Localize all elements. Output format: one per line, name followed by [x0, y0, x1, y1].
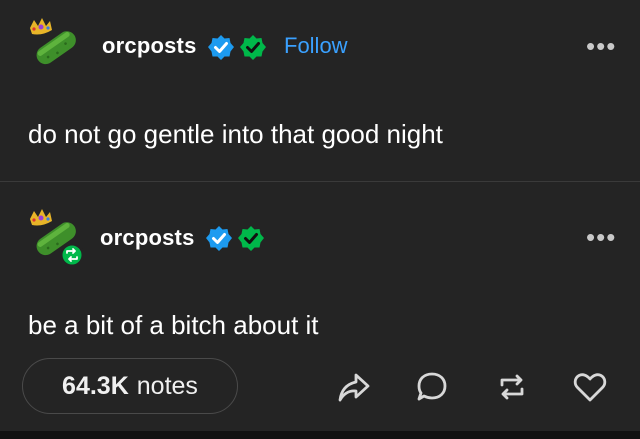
verified-green-icon	[240, 35, 266, 60]
notes-label: notes	[136, 371, 198, 400]
share-icon[interactable]	[336, 369, 372, 405]
verified-badges	[207, 34, 267, 62]
follow-button[interactable]: Follow	[284, 33, 348, 59]
notes-count: 64.3K	[62, 371, 129, 400]
notes-button[interactable]: 64.3K notes	[22, 358, 238, 414]
username[interactable]: orcposts	[100, 225, 195, 251]
verified-green-icon	[238, 226, 264, 251]
post-divider	[0, 181, 640, 182]
reblog-icon[interactable]	[494, 369, 530, 405]
reply-icon[interactable]	[414, 369, 450, 405]
more-options-icon[interactable]: •••	[586, 33, 616, 59]
post-text: be a bit of a bitch about it	[28, 310, 319, 340]
more-options-icon[interactable]: •••	[586, 224, 616, 250]
verified-blue-icon	[208, 35, 234, 60]
avatar[interactable]	[24, 207, 84, 267]
post-1: orcposts Follow ••• do not go gentle int…	[0, 0, 640, 182]
verified-blue-icon	[206, 226, 232, 251]
verified-badges	[205, 225, 265, 253]
post-text: do not go gentle into that good night	[28, 119, 443, 149]
like-icon[interactable]	[572, 369, 608, 405]
username[interactable]: orcposts	[102, 33, 197, 59]
avatar[interactable]	[24, 16, 84, 76]
bottom-edge	[0, 431, 640, 439]
